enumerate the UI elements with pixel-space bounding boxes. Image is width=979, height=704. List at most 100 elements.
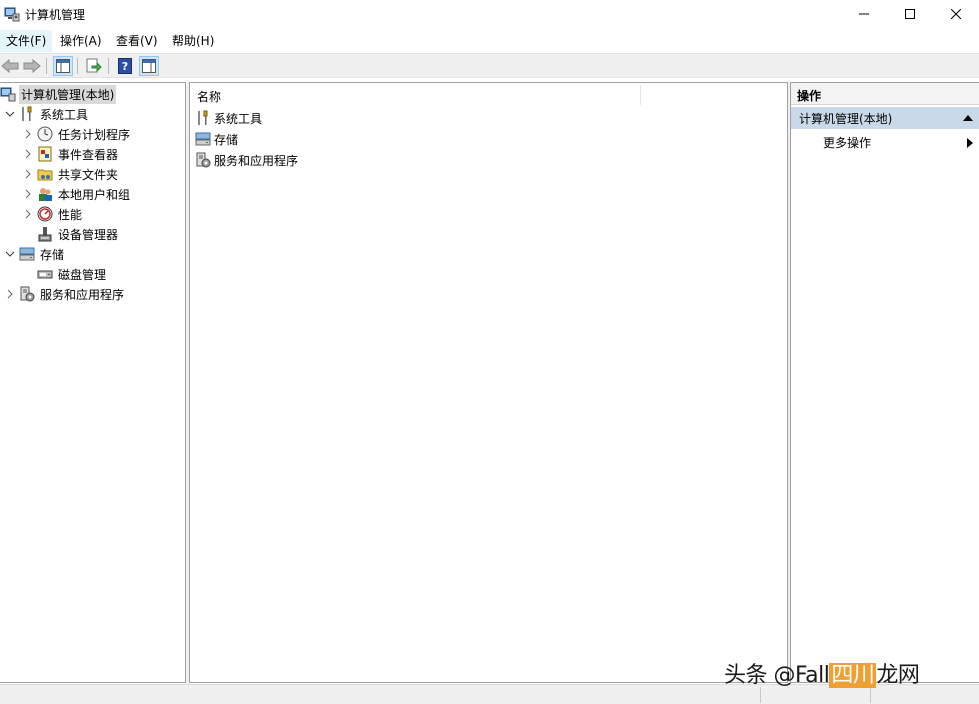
users-icon [37, 186, 53, 202]
forward-icon [23, 59, 41, 73]
list-item-storage[interactable]: 存储 [195, 129, 238, 149]
show-hide-action-pane-icon [142, 59, 156, 73]
device-manager-icon [37, 226, 53, 242]
tree-label: 共享文件夹 [58, 167, 119, 182]
column-header-name[interactable]: 名称 [190, 83, 787, 107]
list-item-system-tools[interactable]: 系统工具 [195, 108, 262, 128]
export-button[interactable] [84, 56, 104, 76]
toolbar-separator [108, 58, 109, 74]
menu-help[interactable]: 帮助(H) [166, 30, 220, 52]
actions-section-label: 计算机管理(本地) [799, 111, 893, 126]
tree-label: 性能 [58, 207, 83, 222]
services-icon [195, 152, 211, 168]
chevron-down-icon[interactable] [4, 248, 16, 260]
minimize-icon [859, 13, 869, 15]
chevron-down-icon[interactable] [4, 108, 16, 120]
tree-label: 磁盘管理 [58, 267, 107, 282]
watermark-prefix: 头条 @Fall [724, 663, 830, 688]
status-separator [870, 687, 871, 703]
toolbar: ? [0, 53, 979, 78]
maximize-icon [905, 9, 915, 19]
submenu-arrow-icon [967, 138, 973, 148]
actions-section-computer-management[interactable]: 计算机管理(本地) [791, 107, 979, 129]
maximize-button[interactable] [887, 0, 933, 28]
computer-management-icon [4, 7, 20, 22]
clock-icon [37, 126, 53, 142]
menu-bar: 文件(F) 操作(A) 查看(V) 帮助(H) [0, 30, 979, 52]
menu-file[interactable]: 文件(F) [0, 30, 53, 52]
action-pane: 操作 计算机管理(本地) 更多操作 [790, 82, 979, 683]
tree-item-services-applications[interactable]: 服务和应用程序 [4, 284, 126, 304]
tree-label: 设备管理器 [58, 227, 119, 242]
watermark-highlight: 四川 [829, 663, 877, 688]
chevron-right-icon[interactable] [4, 288, 16, 300]
list-item-label: 系统工具 [214, 111, 263, 126]
storage-icon [19, 246, 35, 262]
show-hide-tree-button[interactable] [53, 56, 73, 76]
window-title: 计算机管理 [25, 8, 86, 22]
svg-text:?: ? [122, 60, 128, 73]
menu-view[interactable]: 查看(V) [110, 30, 164, 52]
tree-item-event-viewer[interactable]: 事件查看器 [22, 144, 120, 164]
console-tree: 计算机管理(本地) 系统工具 任务计划程序 事件查看器 共享文件夹 本地用户和组 [0, 82, 186, 683]
tree-item-root[interactable]: 计算机管理(本地) [0, 84, 117, 104]
list-item-services-applications[interactable]: 服务和应用程序 [195, 150, 298, 170]
services-icon [19, 286, 35, 302]
watermark-suffix: 龙网 [876, 663, 920, 688]
export-icon [86, 58, 102, 73]
show-hide-tree-icon [56, 59, 70, 73]
tree-label: 存储 [40, 247, 65, 262]
chevron-right-icon[interactable] [22, 168, 34, 180]
collapse-up-icon[interactable] [963, 114, 973, 122]
show-hide-action-pane-button[interactable] [139, 56, 159, 76]
computer-management-icon [0, 86, 16, 102]
help-icon: ? [118, 58, 132, 74]
tree-label: 系统工具 [40, 107, 89, 122]
watermark: 头条 @Fall四川龙网 [724, 657, 920, 689]
event-viewer-icon [37, 146, 53, 162]
tree-label: 服务和应用程序 [40, 287, 125, 302]
shared-folder-icon [37, 166, 53, 182]
tree-item-disk-management[interactable]: 磁盘管理 [37, 264, 108, 284]
tools-icon [19, 106, 35, 122]
tree-label: 任务计划程序 [58, 127, 131, 142]
tree-item-local-users-groups[interactable]: 本地用户和组 [22, 184, 132, 204]
more-actions-item[interactable]: 更多操作 [823, 134, 871, 151]
tree-label: 计算机管理(本地) [19, 84, 117, 104]
title-bar: 计算机管理 [0, 0, 979, 28]
back-button[interactable] [0, 56, 20, 76]
actions-header: 操作 [791, 83, 979, 105]
tree-item-task-scheduler[interactable]: 任务计划程序 [22, 124, 132, 144]
column-header-label: 名称 [197, 90, 222, 104]
list-item-label: 服务和应用程序 [214, 153, 299, 168]
chevron-right-icon[interactable] [22, 128, 34, 140]
tree-label: 事件查看器 [58, 147, 119, 162]
close-button[interactable] [933, 0, 979, 28]
minimize-button[interactable] [841, 0, 887, 28]
back-icon [1, 59, 19, 73]
toolbar-separator [77, 58, 78, 74]
performance-icon [37, 206, 53, 222]
chevron-right-icon[interactable] [22, 148, 34, 160]
tree-item-device-manager[interactable]: 设备管理器 [37, 224, 120, 244]
tree-item-shared-folders[interactable]: 共享文件夹 [22, 164, 120, 184]
results-list: 名称 系统工具 存储 服务和应用程序 [189, 82, 788, 683]
list-item-label: 存储 [214, 132, 239, 147]
close-icon [951, 9, 961, 19]
tree-item-performance[interactable]: 性能 [22, 204, 84, 224]
forward-button[interactable] [22, 56, 42, 76]
menu-action[interactable]: 操作(A) [54, 30, 108, 52]
tree-item-storage[interactable]: 存储 [4, 244, 66, 264]
disk-icon [37, 266, 53, 282]
tree-item-system-tools[interactable]: 系统工具 [4, 104, 90, 124]
tools-icon [195, 110, 211, 126]
storage-icon [195, 131, 211, 147]
help-button[interactable]: ? [115, 56, 135, 76]
status-separator [760, 687, 761, 703]
computer-management-window: 计算机管理 文件(F) 操作(A) 查看(V) 帮助(H) ? 计算机管理(本地… [0, 0, 979, 704]
toolbar-separator [46, 58, 47, 74]
chevron-right-icon[interactable] [22, 208, 34, 220]
tree-label: 本地用户和组 [58, 187, 131, 202]
chevron-right-icon[interactable] [22, 188, 34, 200]
column-divider[interactable] [640, 85, 641, 105]
